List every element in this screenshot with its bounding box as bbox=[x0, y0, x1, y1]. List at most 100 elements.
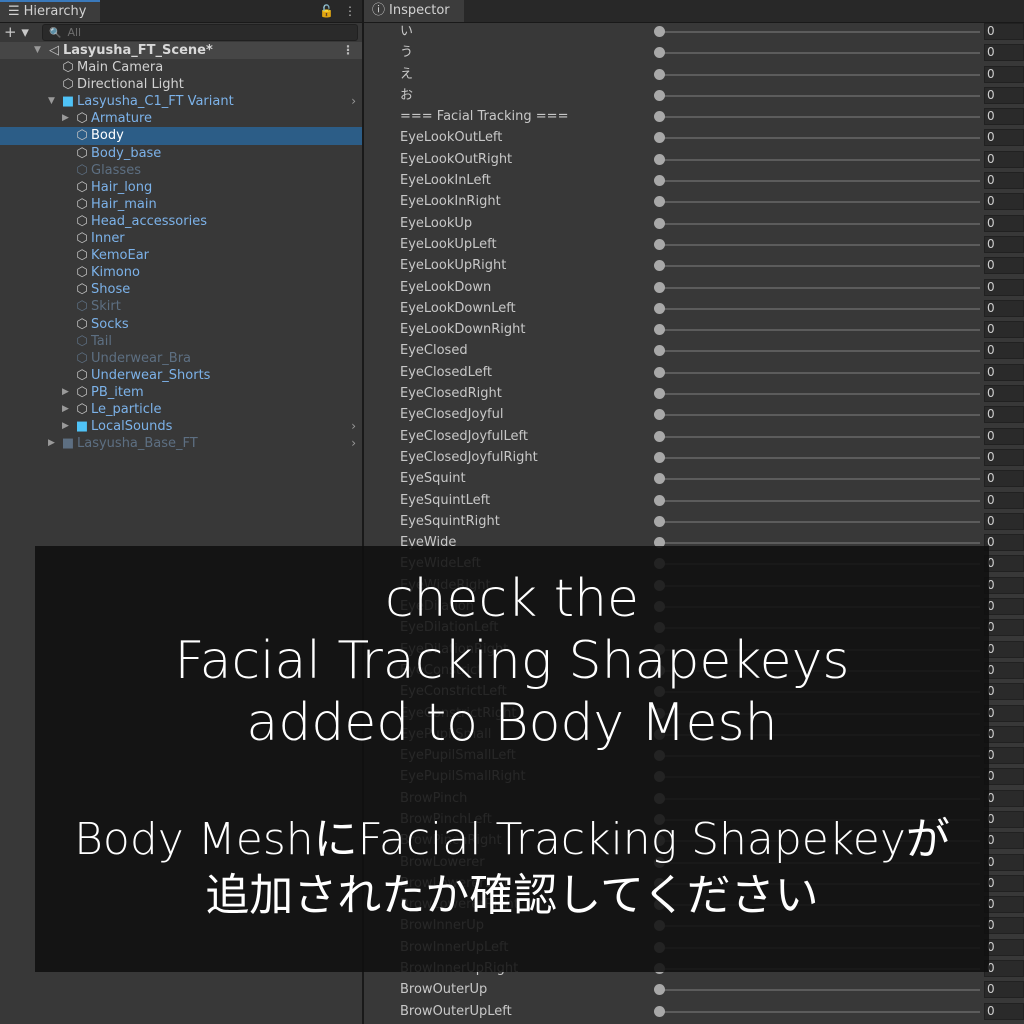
blendshape-slider-handle[interactable] bbox=[654, 153, 665, 165]
blendshape-slider-handle[interactable] bbox=[654, 302, 665, 314]
blendshape-value-field[interactable]: 0 bbox=[984, 619, 1024, 637]
blendshape-slider-handle[interactable] bbox=[654, 1005, 665, 1017]
blendshape-value-field[interactable]: 0 bbox=[984, 214, 1024, 232]
blendshape-slider-track[interactable] bbox=[660, 116, 980, 119]
hierarchy-item[interactable]: ▶ ⬡ Le_particle bbox=[0, 401, 362, 418]
hierarchy-item[interactable]: ⬡ Main Camera bbox=[0, 59, 362, 76]
blendshape-value-field[interactable]: 0 bbox=[984, 683, 1024, 701]
hierarchy-item[interactable]: ▶ ⬡ PB_item bbox=[0, 384, 362, 401]
blendshape-value-field[interactable]: 0 bbox=[984, 278, 1024, 296]
tab-inspector[interactable]: ⓘ Inspector bbox=[364, 0, 464, 22]
blendshape-slider-track[interactable] bbox=[660, 137, 980, 140]
blendshape-slider-handle[interactable] bbox=[654, 473, 665, 485]
blendshape-value-field[interactable]: 0 bbox=[984, 1002, 1024, 1020]
blendshape-slider-handle[interactable] bbox=[654, 175, 665, 187]
blendshape-value-field[interactable]: 0 bbox=[984, 86, 1024, 104]
hierarchy-item[interactable]: ⬡ Tail bbox=[0, 333, 362, 350]
blendshape-value-field[interactable]: 0 bbox=[984, 874, 1024, 892]
blendshape-slider-handle[interactable] bbox=[654, 324, 665, 336]
hierarchy-item[interactable]: ▶ ■ Lasyusha_Base_FT › bbox=[0, 435, 362, 452]
blendshape-slider-track[interactable] bbox=[660, 478, 980, 481]
blendshape-slider-track[interactable] bbox=[660, 542, 980, 545]
blendshape-slider-track[interactable] bbox=[660, 499, 980, 502]
blendshape-value-field[interactable]: 0 bbox=[984, 406, 1024, 424]
blendshape-value-field[interactable]: 0 bbox=[984, 555, 1024, 573]
blendshape-value-field[interactable]: 0 bbox=[984, 832, 1024, 850]
blendshape-value-field[interactable]: 0 bbox=[984, 661, 1024, 679]
blendshape-value-field[interactable]: 0 bbox=[984, 193, 1024, 211]
blendshape-slider-handle[interactable] bbox=[654, 281, 665, 293]
hierarchy-item[interactable]: ▶ ■ LocalSounds › bbox=[0, 418, 362, 435]
blendshape-value-field[interactable]: 0 bbox=[984, 810, 1024, 828]
add-dropdown-button[interactable]: + ▾ bbox=[4, 23, 29, 41]
blendshape-value-field[interactable]: 0 bbox=[984, 129, 1024, 147]
blendshape-value-field[interactable]: 0 bbox=[984, 172, 1024, 190]
hierarchy-item[interactable]: ⬡ Body bbox=[0, 127, 362, 145]
blendshape-slider-handle[interactable] bbox=[654, 388, 665, 400]
blendshape-value-field[interactable]: 0 bbox=[984, 299, 1024, 317]
blendshape-value-field[interactable]: 0 bbox=[984, 725, 1024, 743]
blendshape-value-field[interactable]: 0 bbox=[984, 981, 1024, 999]
blendshape-value-field[interactable]: 0 bbox=[984, 150, 1024, 168]
blendshape-slider-track[interactable] bbox=[660, 350, 980, 353]
expand-right-icon[interactable]: ▶ bbox=[62, 401, 72, 418]
lock-icon[interactable]: 🔓 bbox=[319, 4, 334, 18]
blendshape-slider-handle[interactable] bbox=[654, 430, 665, 442]
blendshape-value-field[interactable]: 0 bbox=[984, 512, 1024, 530]
hierarchy-item[interactable]: ⬡ KemoEar bbox=[0, 247, 362, 264]
blendshape-slider-track[interactable] bbox=[660, 1010, 980, 1013]
expand-right-icon[interactable]: ▶ bbox=[62, 384, 72, 401]
blendshape-slider-handle[interactable] bbox=[654, 196, 665, 208]
blendshape-value-field[interactable]: 0 bbox=[984, 960, 1024, 978]
blendshape-value-field[interactable]: 0 bbox=[984, 470, 1024, 488]
hierarchy-item[interactable]: ⬡ Head_accessories bbox=[0, 213, 362, 230]
blendshape-slider-handle[interactable] bbox=[654, 984, 665, 996]
blendshape-value-field[interactable]: 0 bbox=[984, 598, 1024, 616]
blendshape-slider-track[interactable] bbox=[660, 243, 980, 246]
blendshape-value-field[interactable]: 0 bbox=[984, 108, 1024, 126]
blendshape-slider-track[interactable] bbox=[660, 286, 980, 289]
blendshape-slider-handle[interactable] bbox=[654, 409, 665, 421]
blendshape-value-field[interactable]: 0 bbox=[984, 342, 1024, 360]
blendshape-slider-handle[interactable] bbox=[654, 132, 665, 144]
hierarchy-item[interactable]: ⬡ Inner bbox=[0, 230, 362, 247]
kebab-menu-icon[interactable]: ⋮ bbox=[344, 4, 356, 18]
blendshape-slider-track[interactable] bbox=[660, 52, 980, 55]
blendshape-value-field[interactable]: 0 bbox=[984, 321, 1024, 339]
blendshape-slider-track[interactable] bbox=[660, 307, 980, 310]
blendshape-value-field[interactable]: 0 bbox=[984, 789, 1024, 807]
hierarchy-search-input[interactable]: 🔍 All bbox=[42, 24, 358, 41]
hierarchy-item[interactable]: ⬡ Shose bbox=[0, 281, 362, 298]
blendshape-slider-track[interactable] bbox=[660, 329, 980, 332]
blendshape-slider-handle[interactable] bbox=[654, 111, 665, 123]
blendshape-slider-handle[interactable] bbox=[654, 451, 665, 463]
blendshape-value-field[interactable]: 0 bbox=[984, 853, 1024, 871]
chevron-right-icon[interactable]: › bbox=[351, 435, 356, 452]
blendshape-slider-track[interactable] bbox=[660, 265, 980, 268]
blendshape-slider-track[interactable] bbox=[660, 222, 980, 225]
hierarchy-item[interactable]: ▼ ■ Lasyusha_C1_FT Variant › bbox=[0, 93, 362, 110]
chevron-right-icon[interactable]: › bbox=[351, 93, 356, 110]
blendshape-value-field[interactable]: 0 bbox=[984, 640, 1024, 658]
blendshape-slider-track[interactable] bbox=[660, 520, 980, 523]
blendshape-slider-handle[interactable] bbox=[654, 366, 665, 378]
hierarchy-item[interactable]: ⬡ Skirt bbox=[0, 298, 362, 315]
blendshape-slider-track[interactable] bbox=[660, 94, 980, 97]
blendshape-value-field[interactable]: 0 bbox=[984, 235, 1024, 253]
blendshape-value-field[interactable]: 0 bbox=[984, 704, 1024, 722]
expand-right-icon[interactable]: ▶ bbox=[62, 110, 72, 127]
scene-menu-icon[interactable]: ⋮ bbox=[342, 42, 354, 59]
blendshape-slider-handle[interactable] bbox=[654, 26, 665, 37]
blendshape-slider-track[interactable] bbox=[660, 414, 980, 417]
blendshape-slider-handle[interactable] bbox=[654, 345, 665, 357]
blendshape-value-field[interactable]: 0 bbox=[984, 938, 1024, 956]
blendshape-slider-handle[interactable] bbox=[654, 89, 665, 101]
blendshape-value-field[interactable]: 0 bbox=[984, 363, 1024, 381]
hierarchy-item[interactable]: ⬡ Directional Light bbox=[0, 76, 362, 93]
hierarchy-item[interactable]: ⬡ Hair_main bbox=[0, 196, 362, 213]
blendshape-value-field[interactable]: 0 bbox=[984, 44, 1024, 62]
blendshape-slider-handle[interactable] bbox=[654, 260, 665, 272]
hierarchy-item[interactable]: ▶ ⬡ Armature bbox=[0, 110, 362, 127]
hierarchy-item[interactable]: ⬡ Kimono bbox=[0, 264, 362, 281]
blendshape-slider-track[interactable] bbox=[660, 393, 980, 396]
